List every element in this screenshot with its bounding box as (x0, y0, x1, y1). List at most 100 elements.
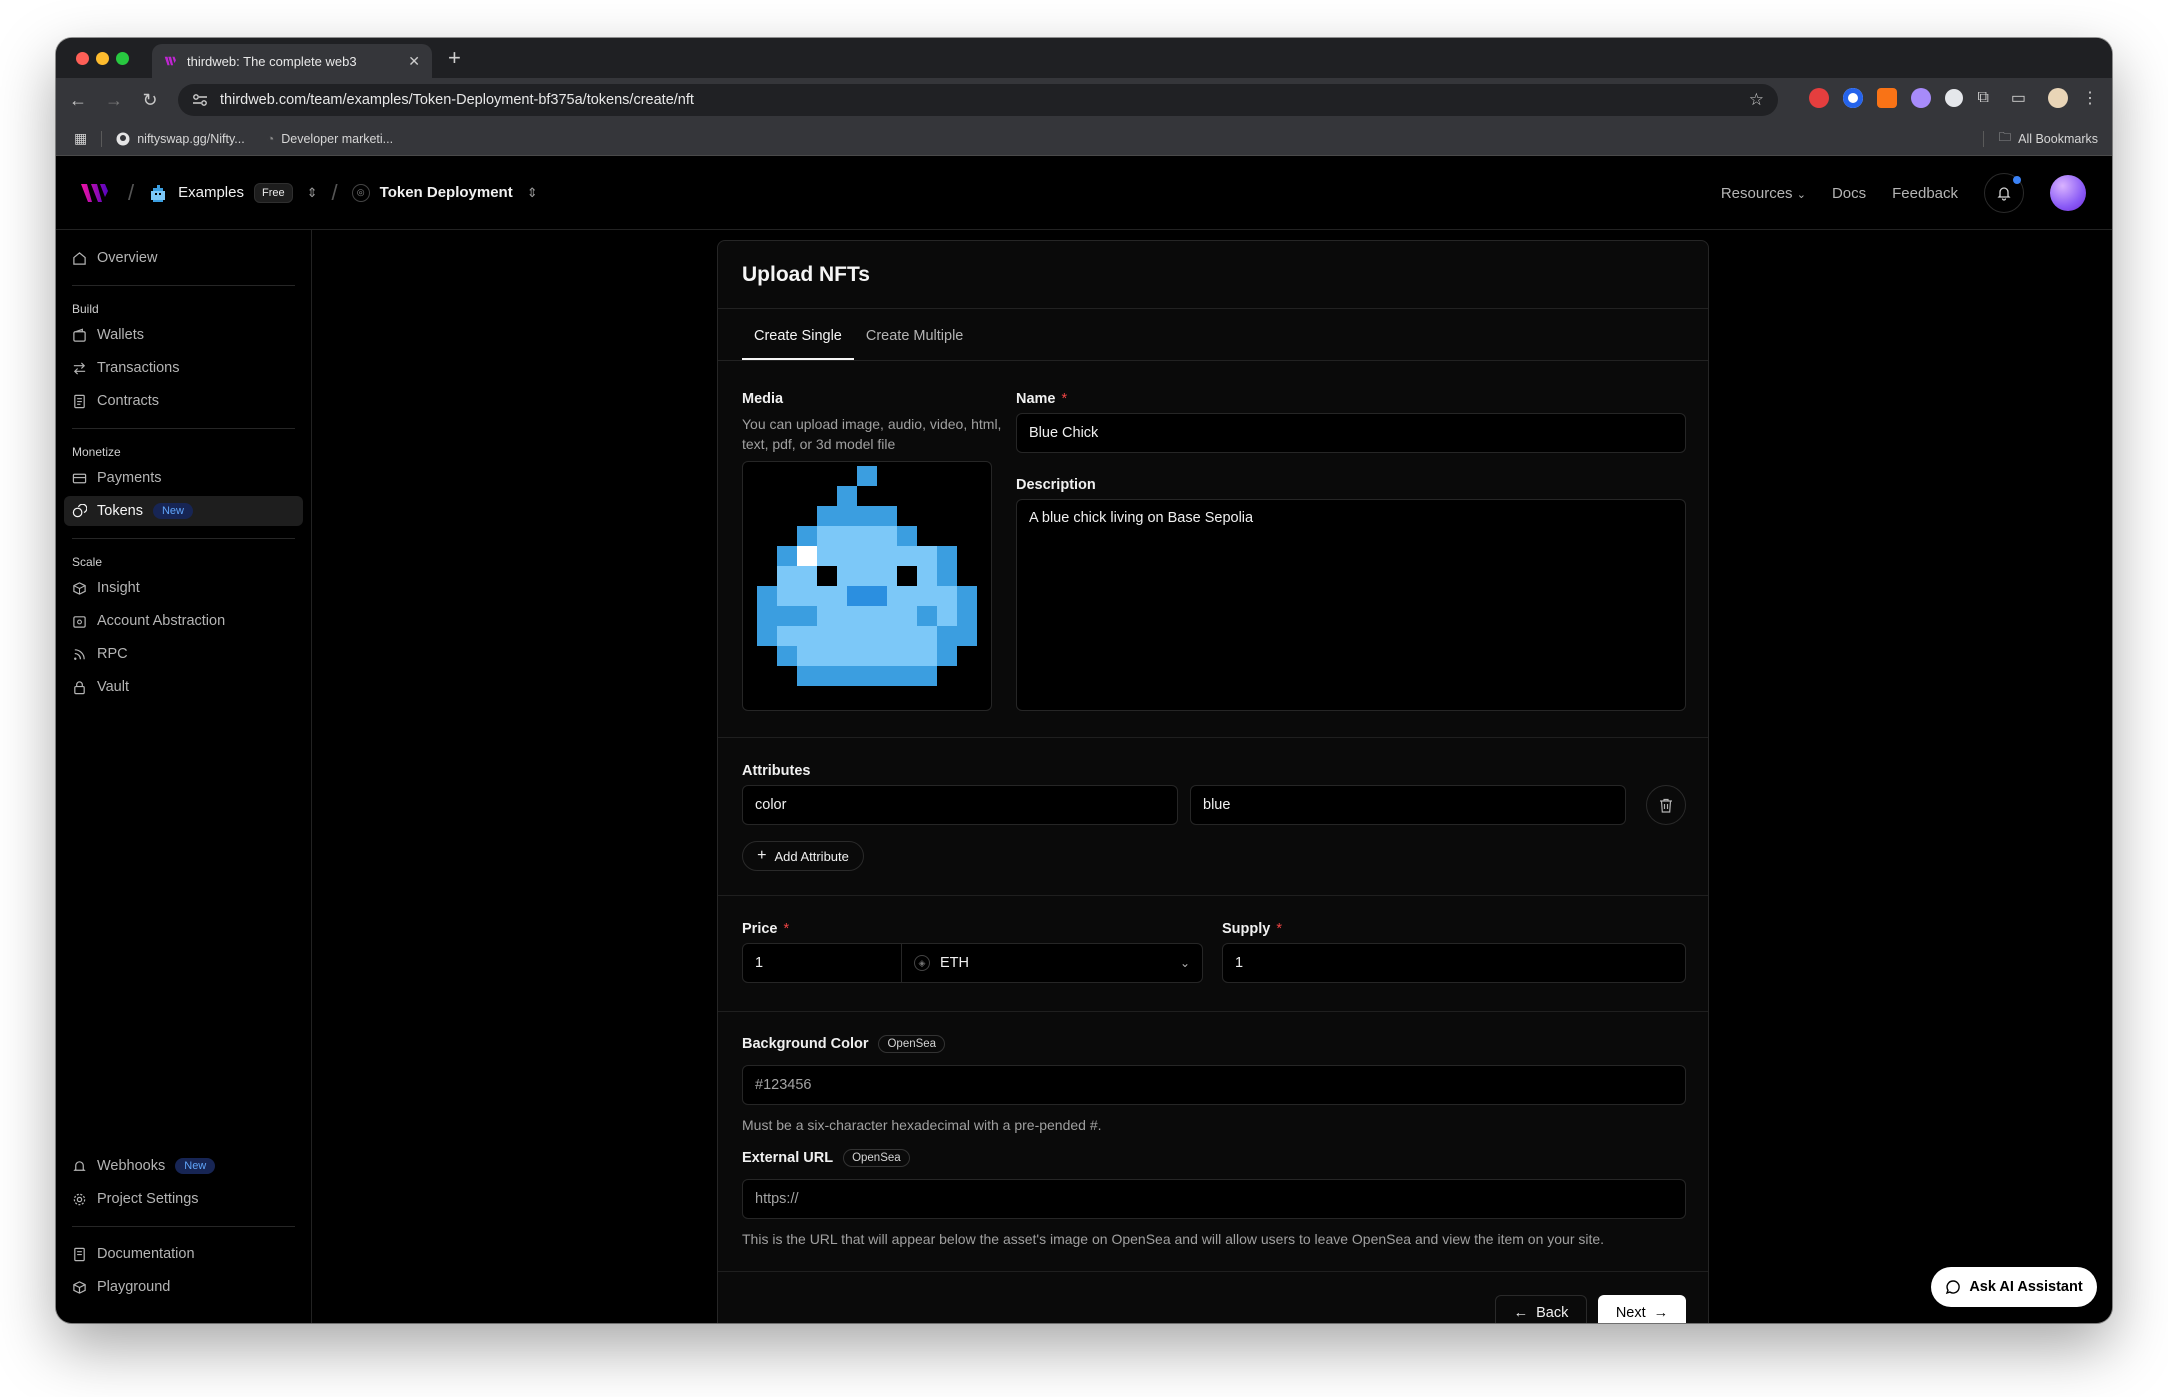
bell-icon (1997, 187, 2011, 201)
price-label: Price * (742, 921, 789, 937)
bookmark-label: Developer marketi... (281, 131, 394, 146)
background-color-input[interactable]: #123456 (742, 1065, 1686, 1105)
browser-toolbar: ← → ↻ thirdweb.com/team/examples/Token-D… (56, 78, 2112, 122)
name-label-text: Name (1016, 391, 1056, 407)
user-avatar[interactable] (2050, 175, 2086, 211)
tab-create-multiple[interactable]: Create Multiple (854, 328, 976, 360)
all-bookmarks[interactable]: 🗀 All Bookmarks (1982, 128, 2098, 149)
chevron-down-icon: ⌄ (1179, 956, 1190, 970)
price-label-text: Price (742, 921, 778, 937)
sidebar-item-insight[interactable]: Insight (64, 573, 303, 603)
sidebar-item-project-settings[interactable]: Project Settings (64, 1184, 303, 1214)
sidebar-item-transactions[interactable]: Transactions (64, 353, 303, 383)
puzzle-extensions-icon[interactable]: ⧉ (1977, 89, 1988, 107)
sidebar-item-payments[interactable]: Payments (64, 463, 303, 493)
bookmark-developer-marketing[interactable]: ◔ Developer marketi... (267, 132, 393, 146)
sidebar-item-label: Tokens (97, 503, 143, 519)
sidebar-section-build: Build (72, 302, 99, 316)
project-switcher[interactable]: ◎ Token Deployment ⇕ (351, 183, 538, 202)
extension-red-icon[interactable] (1809, 88, 1830, 108)
sidebar-item-playground[interactable]: Playground (64, 1272, 303, 1302)
all-bookmarks-label: All Bookmarks (2018, 131, 2098, 146)
docs-link[interactable]: Docs (1832, 185, 1866, 202)
chevron-down-icon: ⌄ (1796, 188, 1806, 201)
reload-icon[interactable]: ↻ (132, 90, 168, 111)
browser-tab[interactable]: thirdweb: The complete web3 ✕ (152, 44, 432, 78)
sidebar-item-label: Insight (97, 580, 140, 596)
tab-search-icon[interactable]: ▭ (2011, 88, 2026, 108)
zoom-window-button[interactable] (116, 52, 129, 65)
nft-preview-image (757, 466, 977, 686)
feedback-link[interactable]: Feedback (1892, 185, 1958, 202)
team-switcher[interactable]: Examples Free ⇕ (148, 182, 318, 203)
sidebar-item-webhooks[interactable]: Webhooks New (64, 1151, 303, 1181)
currency-select[interactable]: ◈ ETH ⌄ (901, 943, 1203, 983)
background-color-label-text: Background Color (742, 1036, 869, 1052)
sidebar-item-contracts[interactable]: Contracts (64, 386, 303, 416)
sidebar-item-wallets[interactable]: Wallets (64, 320, 303, 350)
new-tab-button[interactable]: + (448, 46, 461, 70)
gear-icon (73, 1193, 86, 1205)
supply-input[interactable]: 1 (1222, 943, 1686, 983)
extension-shield-icon[interactable] (1945, 89, 1964, 107)
wallet-icon (73, 328, 86, 342)
resources-menu[interactable]: Resources ⌄ (1721, 185, 1806, 202)
name-label: Name * (1016, 391, 1067, 407)
external-url-label: External URL OpenSea (742, 1149, 910, 1167)
sidebar-item-label: Payments (97, 470, 162, 486)
next-button[interactable]: Next → (1598, 1295, 1686, 1323)
back-button[interactable]: ← Back (1495, 1295, 1587, 1323)
thirdweb-logo-icon[interactable] (80, 183, 114, 203)
metamask-fox-icon[interactable] (1877, 88, 1898, 108)
profile-avatar-icon[interactable] (2048, 88, 2068, 108)
sidebar-item-label: Overview (97, 250, 158, 266)
chevron-updown-icon[interactable]: ⇕ (527, 185, 538, 201)
kebab-menu-icon[interactable]: ⋮ (2082, 88, 2098, 108)
section-divider (718, 1271, 1708, 1272)
sidebar-item-overview[interactable]: Overview (64, 243, 303, 273)
tab-create-single[interactable]: Create Single (742, 328, 854, 360)
sidebar-item-tokens[interactable]: Tokens New (64, 496, 303, 526)
external-url-input[interactable]: https:// (742, 1179, 1686, 1219)
sidebar-item-documentation[interactable]: Documentation (64, 1239, 303, 1269)
forward-arrow-icon[interactable]: → (96, 90, 132, 111)
browser-tabstrip: thirdweb: The complete web3 ✕ + (56, 38, 2112, 78)
attribute-value-input[interactable]: blue (1190, 785, 1626, 825)
sidebar-item-label: RPC (97, 646, 128, 662)
ask-ai-assistant-button[interactable]: Ask AI Assistant (1931, 1267, 2097, 1307)
header-actions: Resources ⌄ Docs Feedback (1721, 156, 2086, 230)
sidebar-divider (72, 285, 295, 286)
add-attribute-button[interactable]: + Add Attribute (742, 841, 864, 871)
price-input[interactable]: 1 (742, 943, 902, 983)
close-tab-icon[interactable]: ✕ (408, 53, 420, 70)
media-label: Media (742, 391, 784, 407)
attribute-key-input[interactable]: color (742, 785, 1178, 825)
chevron-updown-icon[interactable]: ⇕ (307, 185, 318, 201)
delete-attribute-button[interactable] (1646, 785, 1686, 825)
close-window-button[interactable] (76, 52, 89, 65)
thirdweb-favicon-icon (164, 56, 176, 66)
add-attribute-label: Add Attribute (774, 848, 849, 864)
back-arrow-icon[interactable]: ← (60, 90, 96, 111)
sidebar-item-rpc[interactable]: RPC (64, 639, 303, 669)
name-input[interactable]: Blue Chick (1016, 413, 1686, 453)
apps-grid-icon[interactable]: ▦ (74, 130, 87, 147)
sidebar-item-vault[interactable]: Vault (64, 672, 303, 702)
site-settings-icon[interactable] (192, 93, 208, 107)
browser-window: thirdweb: The complete web3 ✕ + ← → ↻ th… (56, 38, 2112, 1323)
supply-label-text: Supply (1222, 921, 1271, 937)
background-color-label: Background Color OpenSea (742, 1035, 946, 1053)
plus-icon: + (757, 847, 767, 864)
extension-blue-icon[interactable] (1843, 88, 1864, 108)
arrow-left-icon: ← (1513, 1305, 1529, 1321)
bookmark-niftyswap[interactable]: niftyswap.gg/Nifty... (116, 132, 245, 146)
address-bar[interactable]: thirdweb.com/team/examples/Token-Deploym… (178, 84, 1778, 116)
minimize-window-button[interactable] (96, 52, 109, 65)
sidebar-item-account-abstraction[interactable]: Account Abstraction (64, 606, 303, 636)
bookmark-divider (101, 130, 103, 147)
notifications-button[interactable] (1984, 173, 2024, 213)
bookmark-star-icon[interactable]: ☆ (1749, 90, 1764, 110)
media-dropzone[interactable] (742, 461, 992, 711)
description-textarea[interactable]: A blue chick living on Base Sepolia (1016, 499, 1686, 711)
extension-purple-icon[interactable] (1911, 88, 1932, 108)
